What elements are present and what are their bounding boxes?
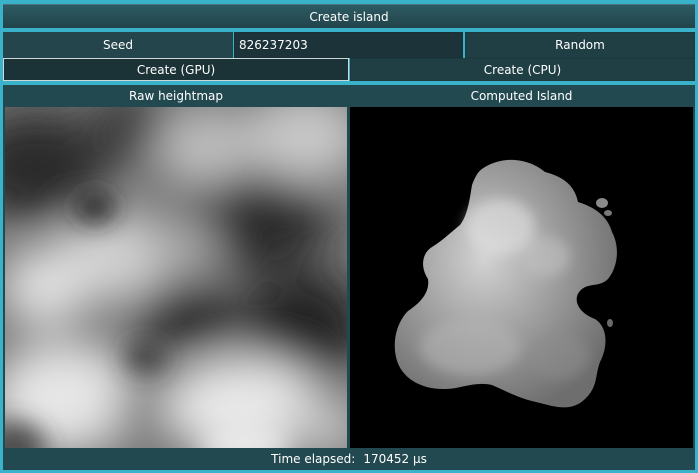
seed-value: 826237203 <box>239 38 308 52</box>
computed-island-title: Computed Island <box>470 89 573 103</box>
status-bar: Time elapsed: 170452 µs <box>5 449 693 469</box>
computed-island-header: Computed Island <box>350 86 693 106</box>
time-elapsed-value: 170452 µs <box>363 452 427 466</box>
seed-input[interactable]: 826237203 <box>234 32 463 58</box>
raw-heightmap-header: Raw heightmap <box>5 86 347 106</box>
seed-label: Seed <box>103 38 133 52</box>
seed-label-cell: Seed <box>3 32 233 58</box>
app-window: { "window": { "title": "Create island" }… <box>0 0 698 473</box>
create-gpu-label: Create (GPU) <box>136 62 216 77</box>
create-gpu-button[interactable]: Create (GPU) <box>3 58 349 81</box>
create-cpu-label: Create (CPU) <box>483 62 562 77</box>
random-button[interactable]: Random <box>465 32 695 58</box>
time-elapsed-label: Time elapsed: <box>271 452 356 466</box>
random-button-label: Random <box>555 38 605 52</box>
title-bar: Create island <box>3 4 695 28</box>
raw-heightmap-title: Raw heightmap <box>129 89 223 103</box>
window-title: Create island <box>309 9 389 24</box>
raw-heightmap-image <box>5 107 347 448</box>
create-cpu-button[interactable]: Create (CPU) <box>350 58 695 81</box>
computed-island-image <box>350 107 693 448</box>
